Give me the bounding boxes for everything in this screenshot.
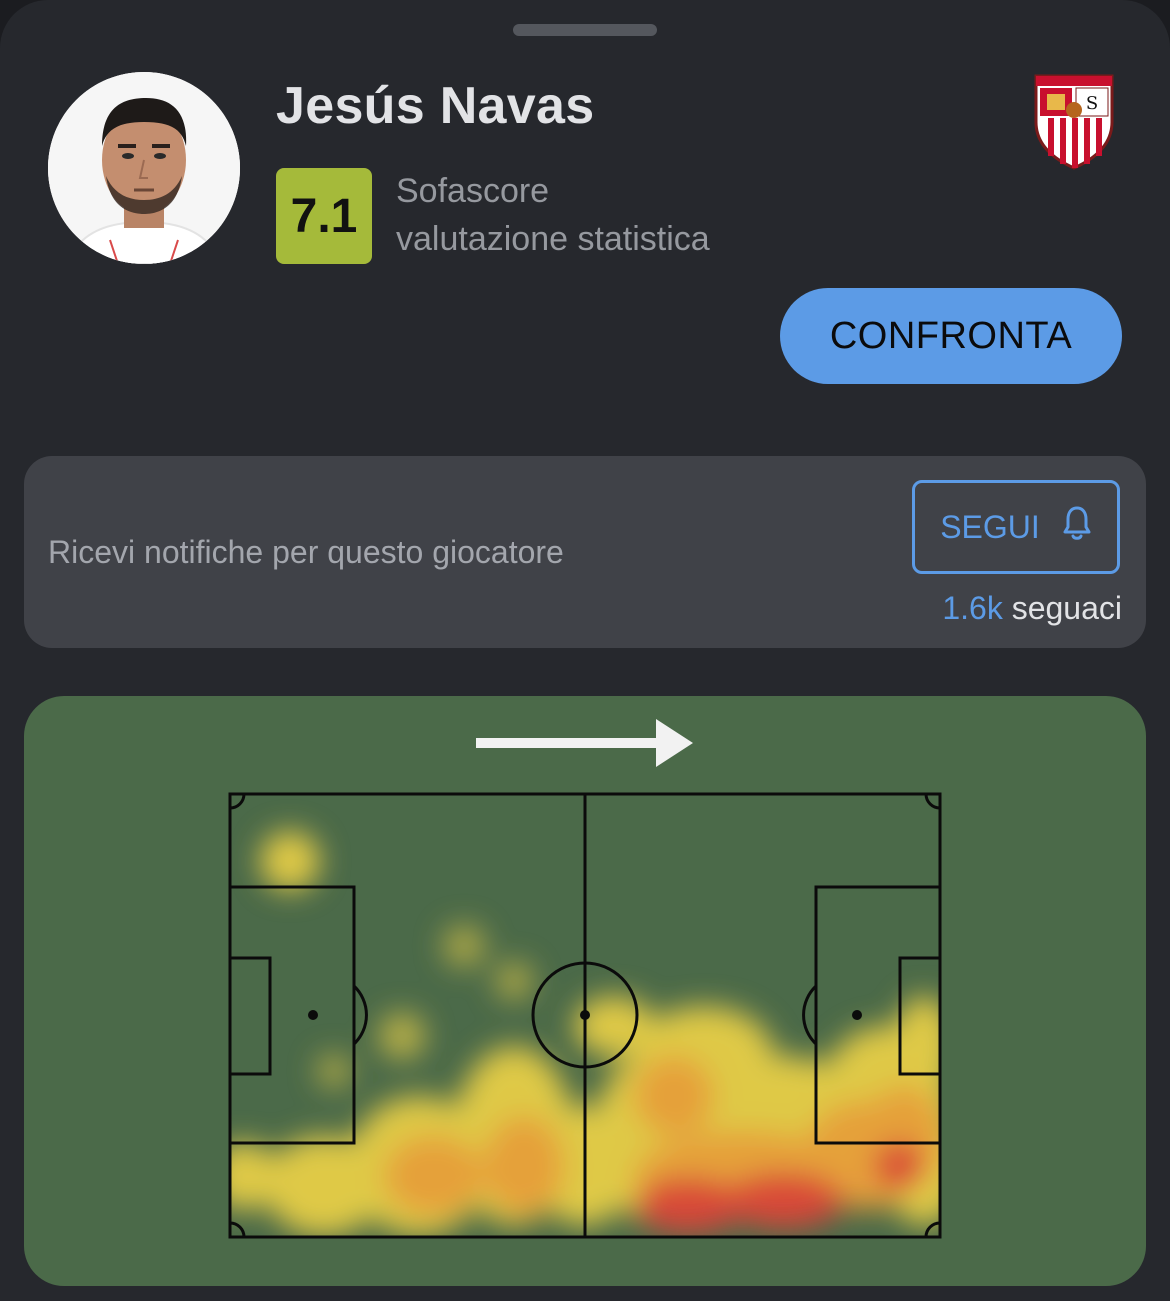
heat-zones: [230, 831, 940, 1236]
heatmap-graphic: [228, 719, 942, 1239]
player-name: Jesús Navas: [276, 77, 595, 135]
svg-text:S: S: [1086, 93, 1098, 114]
follow-card: Ricevi notifiche per questo giocatore SE…: [24, 456, 1146, 648]
arrow-right-icon: [476, 719, 693, 767]
sevilla-crest-icon[interactable]: S: [1030, 70, 1118, 170]
rating-source-label: Sofascore: [396, 172, 550, 210]
player-bottom-sheet: Jesús Navas 7.1 Sofascore valutazione st…: [0, 0, 1170, 1301]
bell-icon: [1062, 505, 1092, 549]
follow-button[interactable]: SEGUI: [912, 480, 1120, 574]
rating-badge[interactable]: 7.1: [276, 168, 372, 264]
player-photo: [48, 72, 240, 264]
rating-description-label: valutazione statistica: [396, 220, 710, 258]
followers-label: seguaci: [1011, 590, 1122, 626]
sheet-grab-handle[interactable]: [513, 24, 657, 36]
follow-description: Ricevi notifiche per questo giocatore: [48, 534, 564, 570]
followers-number: 1.6k: [942, 590, 1003, 626]
compare-button[interactable]: CONFRONTA: [780, 288, 1122, 384]
heatmap-card[interactable]: [24, 696, 1146, 1286]
followers-count: 1.6k seguaci: [942, 590, 1122, 627]
player-avatar: [48, 72, 240, 264]
follow-button-label: SEGUI: [940, 508, 1040, 545]
